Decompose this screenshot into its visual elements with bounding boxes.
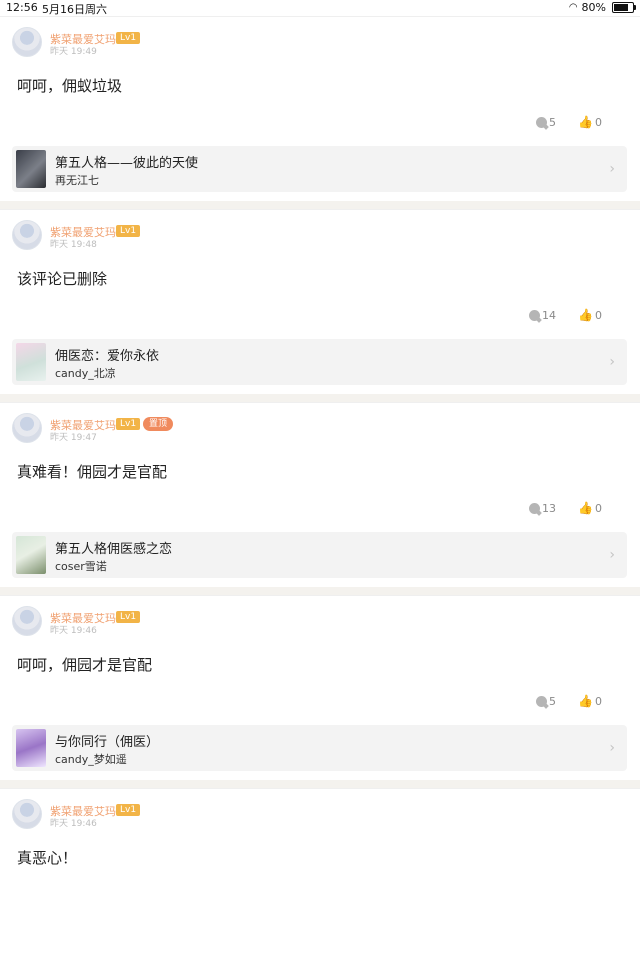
comment-text: 该评论已删除	[17, 270, 108, 288]
wifi-icon: ◠	[568, 2, 578, 13]
battery-percent: 80%	[581, 1, 606, 14]
linked-post[interactable]: 佣医恋：爱你永依 candy_北凉 ›	[12, 339, 627, 385]
avatar[interactable]	[12, 220, 42, 250]
comment-text: 呵呵，佣园才是官配	[17, 656, 153, 674]
comment-text: 真恶心！	[17, 849, 78, 867]
comment-count-button[interactable]: 14	[529, 309, 556, 322]
comment-count: 13	[542, 502, 557, 515]
status-time: 12:56	[6, 1, 38, 14]
avatar[interactable]	[12, 606, 42, 636]
comment-stats: 5 👍 0	[536, 695, 602, 708]
comment-bubble-icon	[536, 117, 548, 128]
comment-stats: 14 👍 0	[529, 309, 602, 322]
linked-post-title: 第五人格佣医感之恋	[55, 542, 173, 557]
linked-post-author: coser雪诺	[55, 560, 107, 573]
like-count: 0	[595, 502, 602, 515]
like-button[interactable]: 👍 0	[578, 502, 602, 515]
comment-count: 5	[549, 695, 557, 708]
comment-text: 呵呵，佣蚁垃圾	[17, 77, 123, 95]
chevron-right-icon: ›	[609, 161, 615, 177]
linked-post-title: 佣医恋：爱你永依	[55, 349, 160, 364]
thumbs-up-icon: 👍	[578, 501, 593, 515]
timestamp: 昨天 19:49	[50, 47, 97, 57]
comment-card: 紫菜最爱艾玛 Lv1 昨天 19:49 呵呵，佣蚁垃圾 5 👍 0 第五人格——…	[0, 16, 640, 201]
level-badge: Lv1	[116, 418, 141, 430]
comment-count: 14	[542, 309, 557, 322]
level-badge: Lv1	[116, 804, 141, 816]
comment-card: 紫菜最爱艾玛 Lv1 置顶 昨天 19:47 真难看！佣园才是官配 13 👍 0…	[0, 402, 640, 587]
comment-card: 紫菜最爱艾玛 Lv1 昨天 19:46 呵呵，佣园才是官配 5 👍 0 与你同行…	[0, 595, 640, 780]
comment-stats: 13 👍 0	[529, 502, 602, 515]
linked-post[interactable]: 第五人格——彼此的天使 再无江七 ›	[12, 146, 627, 192]
like-count: 0	[595, 695, 602, 708]
like-button[interactable]: 👍 0	[578, 309, 602, 322]
chevron-right-icon: ›	[609, 354, 615, 370]
avatar[interactable]	[12, 27, 42, 57]
comment-bubble-icon	[529, 503, 541, 514]
timestamp: 昨天 19:46	[50, 626, 97, 636]
linked-post-thumbnail	[16, 729, 46, 767]
level-badge: Lv1	[116, 225, 141, 237]
comment-bubble-icon	[536, 696, 548, 707]
linked-post-author: candy_梦如遥	[55, 753, 127, 766]
linked-post-title: 第五人格——彼此的天使	[55, 156, 199, 171]
timestamp: 昨天 19:46	[50, 819, 97, 829]
comment-count-button[interactable]: 5	[536, 695, 556, 708]
linked-post-thumbnail	[16, 150, 46, 188]
level-badge: Lv1	[116, 32, 141, 44]
linked-post-author: 再无江七	[55, 174, 99, 187]
chevron-right-icon: ›	[609, 547, 615, 563]
comment-stats: 5 👍 0	[536, 116, 602, 129]
comment-bubble-icon	[529, 310, 541, 321]
like-button[interactable]: 👍 0	[578, 695, 602, 708]
linked-post-author: candy_北凉	[55, 367, 116, 380]
linked-post[interactable]: 第五人格佣医感之恋 coser雪诺 ›	[12, 532, 627, 578]
linked-post-title: 与你同行（佣医）	[55, 735, 160, 750]
status-badge: 置顶	[143, 417, 174, 431]
chevron-right-icon: ›	[609, 740, 615, 756]
thumbs-up-icon: 👍	[578, 308, 593, 322]
thumbs-up-icon: 👍	[578, 115, 593, 129]
timestamp: 昨天 19:48	[50, 240, 97, 250]
like-count: 0	[595, 116, 602, 129]
timestamp: 昨天 19:47	[50, 433, 97, 443]
comment-count-button[interactable]: 13	[529, 502, 556, 515]
comment-feed: 紫菜最爱艾玛 Lv1 昨天 19:49 呵呵，佣蚁垃圾 5 👍 0 第五人格——…	[0, 16, 640, 973]
avatar[interactable]	[12, 799, 42, 829]
comment-card: 紫菜最爱艾玛 Lv1 昨天 19:48 该评论已删除 14 👍 0 佣医恋：爱你…	[0, 209, 640, 394]
comment-text: 真难看！佣园才是官配	[17, 463, 168, 481]
linked-post[interactable]: 与你同行（佣医） candy_梦如遥 ›	[12, 725, 627, 771]
linked-post-thumbnail	[16, 343, 46, 381]
battery-fill	[614, 4, 628, 11]
status-date: 5月16日周六	[42, 3, 107, 16]
like-count: 0	[595, 309, 602, 322]
status-bar: 12:56 5月16日周六 ◠ 80%	[0, 0, 640, 16]
comment-count-button[interactable]: 5	[536, 116, 556, 129]
comment-card: 紫菜最爱艾玛 Lv1 昨天 19:46 真恶心！	[0, 788, 640, 973]
avatar[interactable]	[12, 413, 42, 443]
thumbs-up-icon: 👍	[578, 694, 593, 708]
linked-post-thumbnail	[16, 536, 46, 574]
battery-icon	[612, 2, 636, 13]
level-badge: Lv1	[116, 611, 141, 623]
like-button[interactable]: 👍 0	[578, 116, 602, 129]
comment-count: 5	[549, 116, 557, 129]
status-right: ◠ 80%	[568, 1, 636, 14]
